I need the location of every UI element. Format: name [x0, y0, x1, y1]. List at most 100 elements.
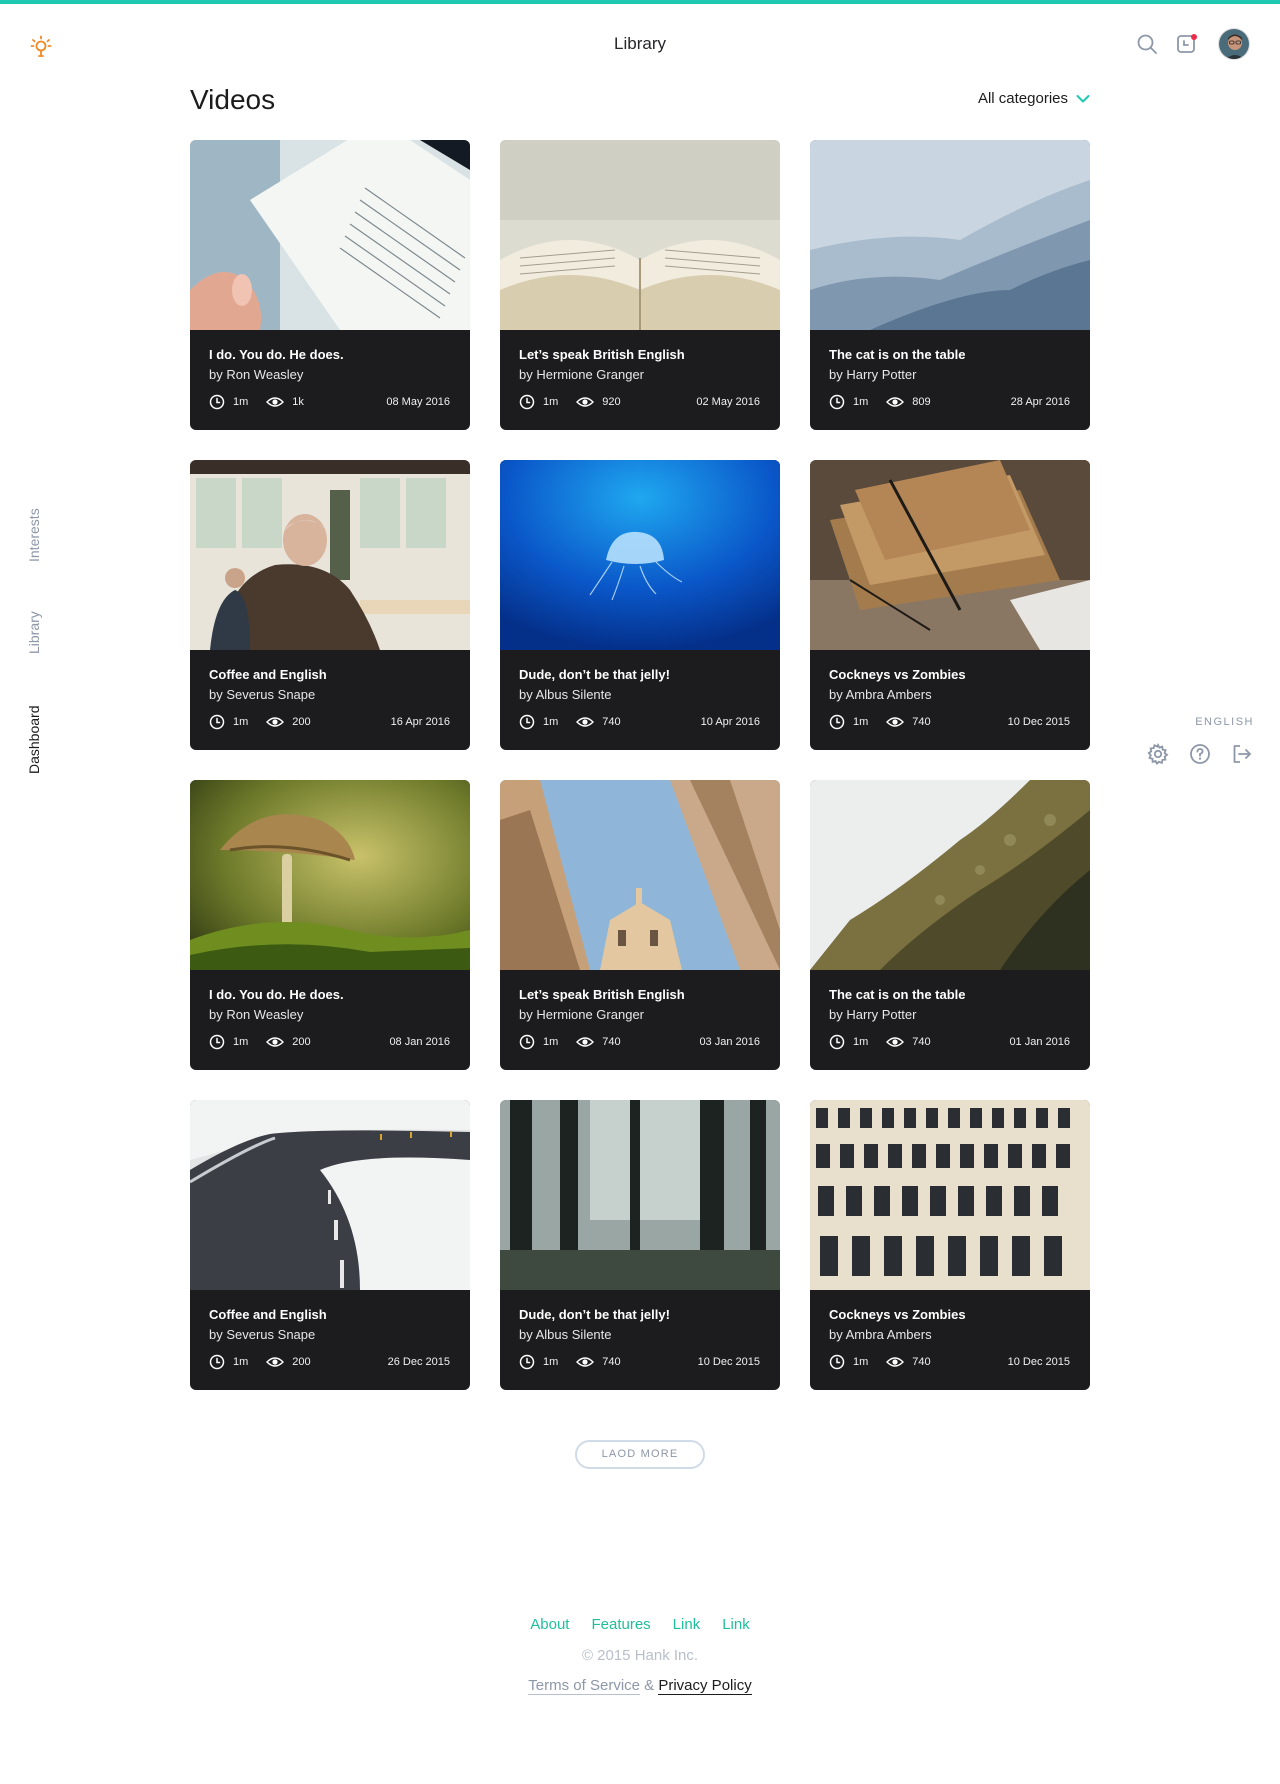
help-icon[interactable] [1188, 742, 1212, 766]
video-author: by Harry Potter [829, 367, 917, 382]
video-author: by Severus Snape [209, 1327, 316, 1342]
video-title: Cockneys vs Zombies [829, 1307, 966, 1322]
video-date: 10 Dec 2015 [1007, 1356, 1070, 1368]
side-nav-dashboard[interactable]: Dashboard [26, 706, 42, 775]
video-card[interactable]: Cockneys vs Zombies by Ambra Ambers 1m 7… [810, 460, 1090, 750]
terms-of-service-link[interactable]: Terms of Service [528, 1677, 640, 1695]
video-views: 740 [602, 1036, 621, 1048]
video-views: 740 [602, 1356, 621, 1368]
video-thumbnail [190, 780, 470, 970]
settings-gear-icon[interactable] [1146, 742, 1170, 766]
video-card[interactable]: Let’s speak British English by Hermione … [500, 780, 780, 1070]
legal-separator: & [640, 1677, 659, 1694]
search-icon[interactable] [1134, 31, 1160, 57]
video-duration: 1m [543, 396, 559, 408]
clock-icon [829, 1034, 845, 1050]
load-more-button[interactable]: LAOD MORE [575, 1440, 705, 1469]
video-duration: 1m [853, 716, 869, 728]
video-thumbnail [190, 1100, 470, 1290]
video-date: 03 Jan 2016 [699, 1036, 760, 1048]
eye-icon [576, 716, 594, 728]
eye-icon [886, 1036, 904, 1048]
notifications-icon[interactable] [1174, 31, 1200, 57]
eye-icon [576, 1036, 594, 1048]
video-card[interactable]: Let’s speak British English by Hermione … [500, 140, 780, 430]
footer-link[interactable]: Link [722, 1616, 750, 1633]
top-accent-bar [0, 0, 1280, 4]
video-duration: 1m [233, 716, 249, 728]
video-date: 08 May 2016 [386, 396, 450, 408]
video-card[interactable]: Dude, don’t be that jelly! by Albus Sile… [500, 460, 780, 750]
clock-icon [829, 1354, 845, 1370]
footer-link[interactable]: Link [673, 1616, 701, 1633]
video-thumbnail [500, 1100, 780, 1290]
right-tools: ENGLISH [1144, 716, 1254, 766]
video-author: by Ron Weasley [209, 367, 304, 382]
video-date: 10 Apr 2016 [700, 716, 760, 728]
side-nav-interests[interactable]: Interests [26, 508, 42, 562]
video-title: Dude, don’t be that jelly! [519, 667, 670, 682]
video-duration: 1m [543, 716, 559, 728]
video-views: 1k [292, 396, 304, 408]
video-date: 10 Dec 2015 [697, 1356, 760, 1368]
video-thumbnail [190, 460, 470, 650]
video-duration: 1m [233, 1036, 249, 1048]
video-card[interactable]: The cat is on the table by Harry Potter … [810, 780, 1090, 1070]
video-card[interactable]: The cat is on the table by Harry Potter … [810, 140, 1090, 430]
video-card[interactable]: Coffee and English by Severus Snape 1m 2… [190, 460, 470, 750]
eye-icon [576, 396, 594, 408]
video-card[interactable]: Dude, don’t be that jelly! by Albus Sile… [500, 1100, 780, 1390]
footer-link-features[interactable]: Features [591, 1616, 650, 1633]
section-title: Videos [190, 84, 276, 115]
video-card[interactable]: I do. You do. He does. by Ron Weasley 1m… [190, 140, 470, 430]
video-card[interactable]: I do. You do. He does. by Ron Weasley 1m… [190, 780, 470, 1070]
video-title: Coffee and English [209, 667, 327, 682]
video-thumbnail [500, 780, 780, 970]
video-duration: 1m [233, 396, 249, 408]
eye-icon [576, 1356, 594, 1368]
video-author: by Ambra Ambers [829, 1327, 932, 1342]
video-title: Let’s speak British English [519, 987, 685, 1002]
video-date: 08 Jan 2016 [389, 1036, 450, 1048]
video-views: 200 [292, 1036, 311, 1048]
eye-icon [266, 1036, 284, 1048]
video-title: The cat is on the table [829, 347, 966, 362]
video-thumbnail [500, 140, 780, 330]
video-views: 740 [912, 716, 931, 728]
video-card[interactable]: Cockneys vs Zombies by Ambra Ambers 1m 7… [810, 1100, 1090, 1390]
video-title: I do. You do. He does. [209, 987, 344, 1002]
user-avatar[interactable] [1218, 28, 1250, 60]
video-thumbnail [190, 140, 470, 330]
video-duration: 1m [853, 1356, 869, 1368]
logout-icon[interactable] [1230, 742, 1254, 766]
eye-icon [886, 396, 904, 408]
video-author: by Hermione Granger [519, 1007, 644, 1022]
category-dropdown[interactable]: All categories [978, 90, 1090, 107]
video-title: The cat is on the table [829, 987, 966, 1002]
video-date: 16 Apr 2016 [390, 716, 450, 728]
video-title: Cockneys vs Zombies [829, 667, 966, 682]
video-title: Let’s speak British English [519, 347, 685, 362]
side-nav-library[interactable]: Library [26, 611, 42, 654]
video-author: by Ambra Ambers [829, 687, 932, 702]
clock-icon [829, 394, 845, 410]
video-views: 920 [602, 396, 621, 408]
video-author: by Albus Silente [519, 687, 612, 702]
header-actions [1134, 28, 1250, 60]
language-selector[interactable]: ENGLISH [1144, 716, 1254, 728]
video-title: Coffee and English [209, 1307, 327, 1322]
video-date: 26 Dec 2015 [387, 1356, 450, 1368]
page-title: Library [614, 34, 666, 53]
eye-icon [266, 1356, 284, 1368]
privacy-policy-link[interactable]: Privacy Policy [658, 1677, 752, 1695]
clock-icon [519, 1354, 535, 1370]
video-title: Dude, don’t be that jelly! [519, 1307, 670, 1322]
clock-icon [519, 714, 535, 730]
legal-links: Terms of Service & Privacy Policy [0, 1677, 1280, 1695]
eye-icon [886, 1356, 904, 1368]
clock-icon [209, 714, 225, 730]
clock-icon [209, 394, 225, 410]
video-date: 10 Dec 2015 [1007, 716, 1070, 728]
footer-link-about[interactable]: About [530, 1616, 569, 1633]
video-card[interactable]: Coffee and English by Severus Snape 1m 2… [190, 1100, 470, 1390]
